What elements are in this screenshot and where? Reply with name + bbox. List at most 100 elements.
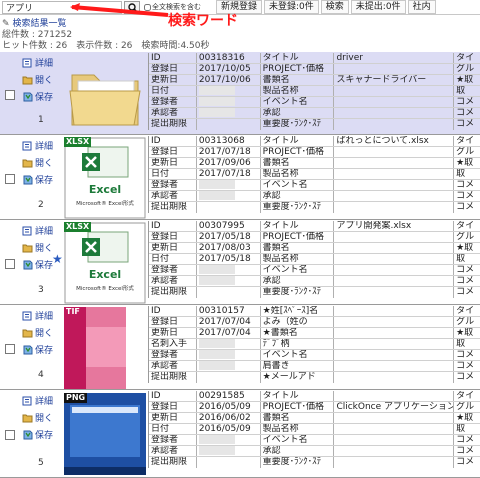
row-fields: ID 00307995 タイトル アプリ開発案.xlsx タイ 登録日 2017/05/18… xyxy=(148,221,480,298)
save-label: 保存 xyxy=(35,93,54,103)
row-actions: 詳細 開く 保存 xyxy=(22,307,62,358)
field-cell: 取 xyxy=(456,169,466,179)
field-cell: 書類名 xyxy=(261,75,335,85)
open-folder-icon xyxy=(22,244,33,252)
field-cell: 書類名 xyxy=(261,243,335,253)
field-line: 更新日 2017/07/04 ★書類名 ★取 xyxy=(149,328,480,339)
detail-label: 詳細 xyxy=(35,59,54,69)
detail-link[interactable]: 詳細 xyxy=(22,307,62,324)
field-cell xyxy=(334,265,455,275)
field-cell xyxy=(334,202,455,213)
field-cell xyxy=(334,243,455,253)
field-line: 承認者 承認 コメ xyxy=(149,276,480,287)
field-line: 日付 2017/05/18 製品名称 取 xyxy=(149,254,480,265)
save-link[interactable]: 保存 xyxy=(22,426,62,443)
save-link[interactable]: 保存 xyxy=(22,171,62,188)
file-thumbnail[interactable]: Excel Microsoft® Excel形式 XLSX xyxy=(64,137,146,219)
field-cell xyxy=(197,86,261,96)
detail-label: 詳細 xyxy=(35,142,54,152)
field-line: 登録日 2017/07/04 よみ（姓の グル xyxy=(149,317,480,328)
field-cell xyxy=(197,202,261,213)
field-cell: 2017/07/18 xyxy=(197,169,261,179)
search-stats: ヒット件数 : 26 表示件数 : 26 検索時間:4.50秒 xyxy=(2,41,210,51)
field-cell: PROJECT･価格 xyxy=(261,147,335,157)
field-line: 提出期限 重要度･ﾗﾝｸ･ｽﾃ コメ xyxy=(149,457,480,468)
save-link[interactable]: 保存 xyxy=(22,341,62,358)
file-thumbnail[interactable] xyxy=(64,53,146,135)
file-thumbnail[interactable]: PNG xyxy=(64,393,146,475)
detail-link[interactable]: 詳細 xyxy=(22,137,62,154)
field-cell: driver xyxy=(334,53,455,63)
field-cell xyxy=(334,287,455,298)
field-cell: 製品名称 xyxy=(261,86,335,96)
field-cell: グル xyxy=(456,317,475,327)
redacted-value xyxy=(198,339,235,348)
field-line: 提出期限 ★メールアド コメ xyxy=(149,372,480,383)
top-button-4[interactable]: 社内 xyxy=(407,0,436,14)
field-cell: 登録者 xyxy=(149,435,197,445)
row-checkbox[interactable] xyxy=(5,344,15,354)
field-cell: イベント名 xyxy=(261,435,335,445)
field-cell xyxy=(334,328,455,338)
field-cell: ID xyxy=(149,306,197,316)
field-line: ID 00310157 ★姓[ｽﾍﾟｰｽ]名 タイ xyxy=(149,306,480,317)
redacted-value xyxy=(198,191,235,200)
field-cell xyxy=(197,446,261,456)
field-cell xyxy=(197,119,261,130)
redacted-value xyxy=(198,180,235,189)
field-cell: 名刺入手 xyxy=(149,339,197,349)
top-button-1[interactable]: 未登録:0件 xyxy=(264,0,319,14)
open-folder-icon xyxy=(22,329,33,337)
field-cell xyxy=(197,276,261,286)
field-line: 承認者 肩書き コメ xyxy=(149,361,480,372)
detail-link[interactable]: 詳細 xyxy=(22,222,62,239)
row-number: 2 xyxy=(38,200,44,210)
detail-link[interactable]: 詳細 xyxy=(22,392,62,409)
top-button-3[interactable]: 未提出:0件 xyxy=(350,0,406,14)
row-checkbox[interactable] xyxy=(5,174,15,184)
row-checkbox[interactable] xyxy=(5,430,15,440)
field-cell xyxy=(334,446,455,456)
open-link[interactable]: 開く xyxy=(22,154,62,171)
open-label: 開く xyxy=(35,244,54,254)
row-fields: ID 00313068 タイトル ぱれっとについて.xlsx タイ 登録日 2017/07/… xyxy=(148,136,480,213)
field-line: 登録日 2017/05/18 PROJECT･価格 グル xyxy=(149,232,480,243)
field-cell: ★取 xyxy=(456,158,474,168)
field-cell: グル xyxy=(456,232,475,242)
redacted-value xyxy=(198,86,235,95)
field-cell: 2017/10/06 xyxy=(197,75,261,85)
file-thumbnail[interactable]: Excel Microsoft® Excel形式 XLSX ★ xyxy=(52,222,146,304)
svg-text:Excel: Excel xyxy=(89,183,121,196)
field-cell: 日付 xyxy=(149,169,197,179)
detail-link[interactable]: 詳細 xyxy=(22,54,62,71)
open-link[interactable]: 開く xyxy=(22,324,62,341)
row-checkbox[interactable] xyxy=(5,259,15,269)
field-cell xyxy=(334,254,455,264)
row-actions: 詳細 開く 保存 xyxy=(22,137,62,188)
top-button-2[interactable]: 検索 xyxy=(320,0,349,14)
field-cell: 登録者 xyxy=(149,180,197,190)
file-thumbnail[interactable]: TIF xyxy=(64,307,146,389)
file-type-badge: TIF xyxy=(64,307,82,317)
keyword-annotation: 検索ワード xyxy=(168,13,238,29)
field-line: 日付 2016/05/09 製品名称 取 xyxy=(149,424,480,435)
detail-icon xyxy=(22,141,32,150)
field-cell: グル xyxy=(456,402,475,412)
field-cell: 書類名 xyxy=(261,413,335,423)
field-cell xyxy=(334,97,455,107)
row-checkbox[interactable] xyxy=(5,90,15,100)
field-cell: コメ xyxy=(456,457,475,467)
field-line: 登録者 イベント名 コメ xyxy=(149,97,480,108)
save-link[interactable]: 保存 xyxy=(22,88,62,105)
field-cell: 2017/07/04 xyxy=(197,328,261,338)
field-cell: コメ xyxy=(456,119,475,129)
open-link[interactable]: 開く xyxy=(22,71,62,88)
open-link[interactable]: 開く xyxy=(22,409,62,426)
field-cell xyxy=(334,64,455,74)
open-folder-icon xyxy=(22,159,33,167)
field-cell: 提出期限 xyxy=(149,202,197,213)
field-cell: 取 xyxy=(456,424,466,434)
redacted-value xyxy=(198,276,235,285)
open-label: 開く xyxy=(35,414,54,424)
field-line: 登録者 イベント名 コメ xyxy=(149,435,480,446)
